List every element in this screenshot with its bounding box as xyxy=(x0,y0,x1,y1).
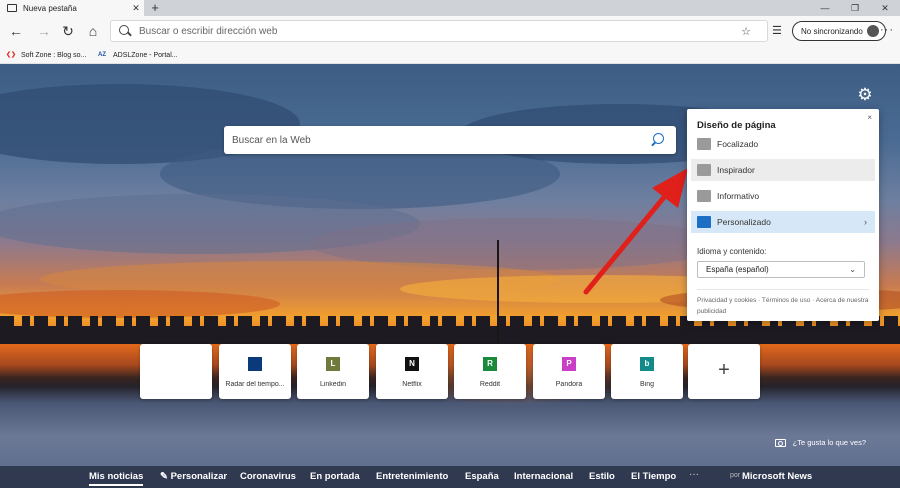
maximize-button[interactable]: ❐ xyxy=(840,0,870,16)
photo-feedback-label: ¿Te gusta lo que ves? xyxy=(792,438,866,447)
news-tab-coronavirus[interactable]: Coronavirus xyxy=(240,471,296,482)
favorite-item[interactable]: ❮❯ Soft Zone : Blog so... xyxy=(6,49,86,61)
quick-link-tile[interactable]: b Bing xyxy=(611,344,683,399)
browser-tab[interactable]: Nueva pestaña ✕ xyxy=(0,0,144,16)
favorite-label: Soft Zone : Blog so... xyxy=(21,51,87,59)
navigation-bar: ← → ↻ ⌂ Buscar o escribir dirección web … xyxy=(0,16,900,46)
red-arrow-annotation xyxy=(583,168,688,295)
panel-title: Diseño de página xyxy=(697,120,776,131)
chevron-right-icon: › xyxy=(864,217,867,227)
quick-link-tile[interactable]: Radar del tiempo... xyxy=(219,344,291,399)
quick-link-tile[interactable]: N Netflix xyxy=(376,344,448,399)
language-label: Idioma y contenido: xyxy=(697,247,767,256)
custom-layout-icon xyxy=(697,216,711,228)
add-quick-link-button[interactable]: + xyxy=(688,344,760,399)
chevron-down-icon: ⌄ xyxy=(849,265,856,274)
news-more-button[interactable]: ··· xyxy=(689,469,699,480)
sync-status-button[interactable]: No sincronizando xyxy=(792,21,886,41)
quick-link-tile[interactable]: P Pandora xyxy=(533,344,605,399)
news-tab-estilo[interactable]: Estilo xyxy=(589,471,615,482)
informational-layout-icon xyxy=(697,190,711,202)
powered-by-label: por xyxy=(730,472,741,479)
news-tab-personalizar[interactable]: ✎ Personalizar xyxy=(160,471,227,482)
layout-option-label: Focalizado xyxy=(717,139,759,149)
reddit-icon: R xyxy=(483,357,497,371)
quick-link-tile[interactable]: R Reddit xyxy=(454,344,526,399)
news-bar: Mis noticias ✎ Personalizar Coronavirus … xyxy=(0,466,900,488)
new-tab-page: Buscar en la Web ⚙ × Diseño de página Fo… xyxy=(0,64,900,488)
news-tab-entretenimiento[interactable]: Entretenimiento xyxy=(376,471,448,482)
microsoft-news-logo[interactable]: Microsoft News xyxy=(742,471,812,482)
sync-label: No sincronizando xyxy=(801,26,863,36)
plus-icon: + xyxy=(718,359,730,381)
news-tab-en-portada[interactable]: En portada xyxy=(310,471,360,482)
close-icon[interactable]: × xyxy=(867,113,872,122)
search-icon[interactable] xyxy=(650,133,664,147)
avatar xyxy=(866,25,879,37)
layout-option-inspirador[interactable]: Inspirador xyxy=(691,159,875,181)
favorite-label: ADSLZone - Portal... xyxy=(113,51,178,59)
layout-option-label: Inspirador xyxy=(717,165,755,175)
layout-option-label: Personalizado xyxy=(717,217,771,227)
address-placeholder: Buscar o escribir dirección web xyxy=(139,25,278,37)
softzone-icon: ❮❯ xyxy=(6,52,17,58)
favorites-bar: ❮❯ Soft Zone : Blog so... AZ ADSLZone - … xyxy=(0,46,900,64)
new-tab-page-icon xyxy=(7,4,17,12)
tab-strip: Nueva pestaña ✕ + — ❐ ✕ xyxy=(0,0,900,16)
forward-arrow-icon[interactable]: → xyxy=(36,23,52,39)
pandora-icon: P xyxy=(562,357,576,371)
news-tab-espana[interactable]: España xyxy=(465,471,499,482)
close-window-button[interactable]: ✕ xyxy=(870,0,900,16)
layout-option-label: Informativo xyxy=(717,191,760,201)
address-bar[interactable]: Buscar o escribir dirección web ☆ xyxy=(110,20,768,42)
divider xyxy=(697,289,869,290)
home-icon[interactable]: ⌂ xyxy=(85,23,101,39)
bing-icon: b xyxy=(640,357,654,371)
tab-title: Nueva pestaña xyxy=(23,3,77,13)
web-search-box[interactable]: Buscar en la Web xyxy=(224,126,676,154)
layout-option-informativo[interactable]: Informativo xyxy=(691,185,875,207)
quick-link-label: Reddit xyxy=(479,381,501,388)
quick-link-tile[interactable]: L Linkedin xyxy=(297,344,369,399)
focused-layout-icon xyxy=(697,138,711,150)
weather-radar-icon xyxy=(248,357,262,371)
language-select[interactable]: España (español) ⌄ xyxy=(697,261,865,278)
linkedin-icon: L xyxy=(326,357,340,371)
favorite-item[interactable]: AZ ADSLZone - Portal... xyxy=(98,49,178,61)
news-tab-internacional[interactable]: Internacional xyxy=(514,471,573,482)
quick-link-tile[interactable] xyxy=(140,344,212,399)
close-tab-icon[interactable]: ✕ xyxy=(130,3,142,14)
new-tab-button[interactable]: + xyxy=(148,0,162,16)
language-value: España (español) xyxy=(706,265,769,274)
news-tab-el-tiempo[interactable]: El Tiempo xyxy=(631,471,676,482)
quick-link-label: Pandora xyxy=(555,381,583,388)
privacy-links[interactable]: Privacidad y cookies · Términos de uso ·… xyxy=(697,295,873,317)
refresh-icon[interactable]: ↻ xyxy=(60,23,76,39)
favorites-list-icon[interactable]: ☰ xyxy=(772,24,782,37)
quick-link-label: Radar del tiempo... xyxy=(225,381,285,388)
page-layout-panel: × Diseño de página Focalizado Inspirador… xyxy=(687,109,879,321)
gear-icon[interactable]: ⚙ xyxy=(856,86,874,104)
netflix-icon: N xyxy=(405,357,419,371)
adslzone-icon: AZ xyxy=(98,52,106,58)
quick-link-label: Linkedin xyxy=(319,381,347,388)
web-search-placeholder: Buscar en la Web xyxy=(232,134,311,146)
photo-feedback[interactable]: ¿Te gusta lo que ves? xyxy=(774,438,866,447)
search-icon xyxy=(119,25,131,37)
layout-option-focalizado[interactable]: Focalizado xyxy=(691,133,875,155)
boat-mast xyxy=(497,240,499,344)
inspirational-layout-icon xyxy=(697,164,711,176)
shoreline xyxy=(0,316,900,344)
news-tab-mis-noticias[interactable]: Mis noticias xyxy=(89,471,144,486)
favorite-star-icon[interactable]: ☆ xyxy=(739,25,753,38)
camera-icon xyxy=(774,438,786,447)
quick-link-label: Netflix xyxy=(402,381,422,388)
quick-link-label: Bing xyxy=(639,381,654,388)
layout-option-personalizado[interactable]: Personalizado › xyxy=(691,211,875,233)
window-controls: — ❐ ✕ xyxy=(810,0,900,16)
back-arrow-icon[interactable]: ← xyxy=(8,23,24,39)
minimize-button[interactable]: — xyxy=(810,0,840,16)
more-options-button[interactable]: ··· xyxy=(880,24,894,36)
